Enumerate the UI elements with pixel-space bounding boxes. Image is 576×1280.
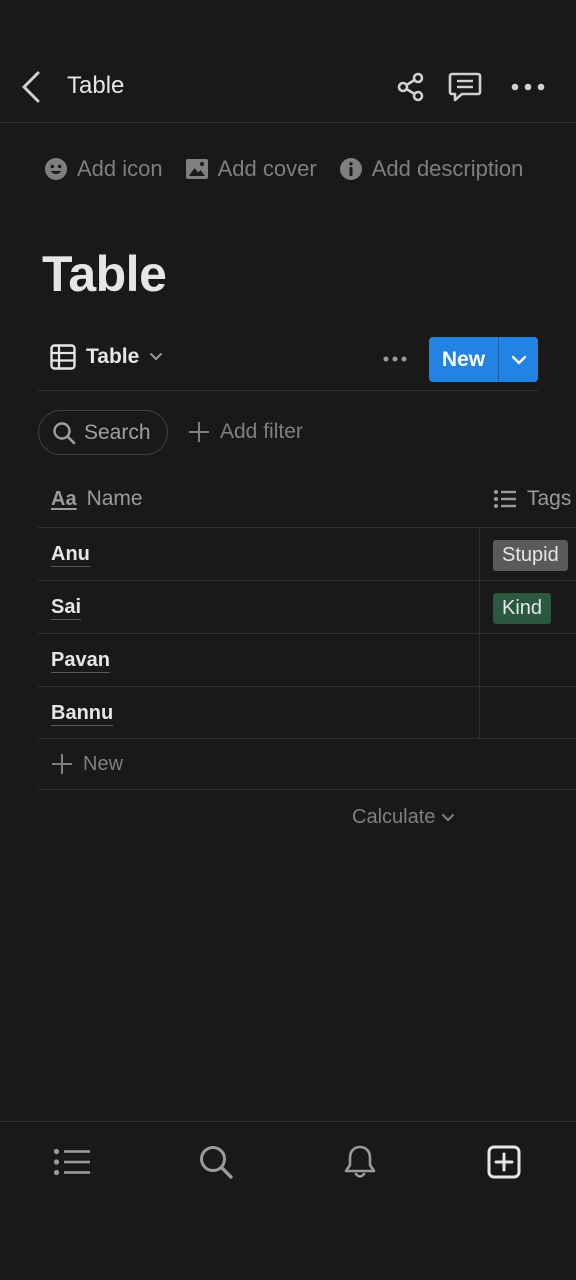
database-table: Aa Name Tags Anu Stupid Sai Kind Pavan B… (38, 475, 576, 790)
column-header-tags[interactable]: Tags (493, 487, 571, 511)
tag-badge[interactable]: Stupid (493, 540, 568, 571)
new-button[interactable]: New (429, 337, 499, 382)
table-row[interactable]: Anu Stupid (38, 528, 576, 581)
row-name[interactable]: Sai (51, 595, 82, 620)
view-selector[interactable]: Table (50, 344, 163, 370)
new-dropdown-button[interactable] (499, 337, 538, 382)
table-row[interactable]: Sai Kind (38, 581, 576, 634)
table-row[interactable]: Bannu (38, 687, 576, 739)
add-row-label: New (83, 752, 124, 775)
more-icon (383, 356, 407, 362)
header-title: Table (67, 72, 125, 99)
page-actions: Add icon Add cover Add description (44, 153, 545, 185)
column-divider (479, 634, 480, 686)
bell-icon (344, 1145, 376, 1178)
add-icon-label: Add icon (77, 156, 163, 181)
list-icon (494, 490, 516, 508)
back-button[interactable] (16, 70, 46, 104)
comment-button[interactable] (447, 69, 483, 105)
add-description-label: Add description (371, 156, 524, 181)
plus-icon (52, 754, 72, 774)
column-divider (479, 528, 480, 580)
table-icon (50, 344, 76, 370)
top-bar: Table (0, 52, 576, 122)
column-name-label: Name (86, 487, 143, 510)
more-icon (511, 83, 545, 91)
list-icon (53, 1148, 90, 1176)
more-options-button[interactable] (509, 72, 547, 102)
search-label: Search (84, 420, 151, 444)
share-icon (397, 72, 424, 102)
add-cover-button[interactable]: Add cover (185, 156, 317, 182)
add-cover-label: Add cover (217, 156, 317, 181)
page-title[interactable]: Table (42, 245, 167, 303)
share-button[interactable] (396, 70, 426, 104)
back-icon (22, 71, 40, 103)
column-divider (479, 581, 480, 633)
tag-badge[interactable]: Kind (493, 593, 552, 624)
chevron-down-icon (149, 352, 163, 362)
row-name[interactable]: Bannu (51, 701, 114, 726)
add-filter-label: Add filter (220, 420, 303, 443)
add-icon-button[interactable]: Add icon (44, 156, 163, 182)
nav-new-page-button[interactable] (484, 1142, 524, 1182)
add-row-button[interactable]: New (38, 739, 576, 790)
add-filter-button[interactable]: Add filter (188, 420, 303, 444)
view-label: Table (86, 345, 140, 368)
column-divider (479, 687, 480, 738)
view-divider (38, 390, 538, 391)
table-header: Aa Name Tags (38, 475, 576, 528)
screen: Table Add icon Add cover Add description… (0, 0, 576, 1280)
chevron-down-icon (511, 355, 526, 364)
text-property-icon: Aa (51, 487, 77, 510)
add-description-button[interactable]: Add description (339, 156, 524, 182)
row-name[interactable]: Anu (51, 542, 90, 567)
smiley-icon (45, 158, 67, 180)
view-toolbar: Table New (38, 336, 538, 382)
calculate-label: Calculate (352, 806, 436, 828)
comment-icon (448, 72, 482, 102)
view-options-button[interactable] (380, 344, 410, 374)
nav-notifications-button[interactable] (340, 1142, 380, 1182)
image-icon (185, 159, 208, 179)
row-name[interactable]: Pavan (51, 648, 110, 673)
nav-sidebar-button[interactable] (52, 1142, 92, 1182)
info-icon (339, 158, 362, 180)
bottom-nav (0, 1122, 576, 1202)
nav-search-button[interactable] (196, 1142, 236, 1182)
column-header-name[interactable]: Aa Name (51, 487, 143, 511)
search-icon (53, 421, 76, 444)
column-tags-label: Tags (527, 487, 572, 510)
search-button[interactable]: Search (38, 410, 168, 455)
search-icon (200, 1146, 233, 1179)
calculate-button[interactable]: Calculate (352, 806, 455, 829)
table-row[interactable]: Pavan (38, 634, 576, 687)
top-bar-divider (0, 122, 576, 123)
new-button-group: New (429, 337, 538, 382)
chevron-down-icon (442, 813, 455, 821)
plus-icon (189, 422, 209, 442)
new-page-icon (487, 1145, 521, 1179)
